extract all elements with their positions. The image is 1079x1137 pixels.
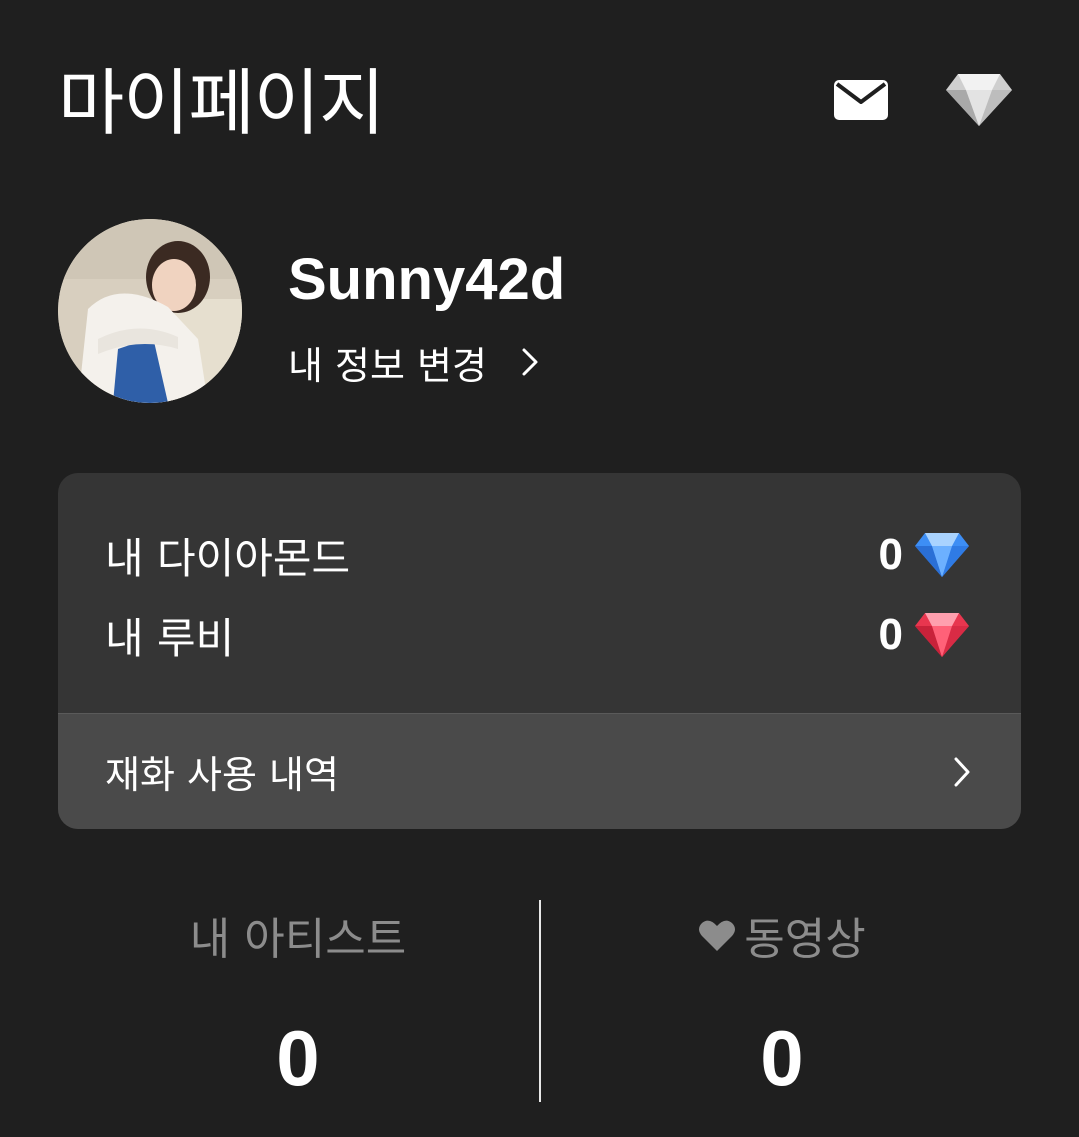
liked-videos-label-wrap: 동영상: [542, 900, 1022, 970]
currency-history-label: 재화 사용 내역: [105, 753, 339, 797]
diamond-icon[interactable]: [944, 72, 1014, 128]
my-artists-label: 내 아티스트: [189, 914, 407, 965]
page-title: 마이페이지: [58, 61, 385, 145]
blue-diamond-icon: [915, 533, 969, 577]
ruby-balance-row: 내 루비 0: [105, 605, 971, 665]
username: Sunny42d: [288, 247, 566, 312]
diamond-balance-row: 내 다이아몬드 0: [105, 525, 971, 585]
diamond-balance: 0: [879, 530, 971, 580]
chevron-right-icon: [954, 757, 970, 786]
ruby-balance: 0: [879, 610, 971, 660]
mail-icon[interactable]: [834, 80, 888, 120]
liked-videos-label: 동영상: [744, 914, 866, 965]
ruby-icon: [915, 613, 969, 657]
diamond-balance-value: 0: [878, 530, 903, 579]
heart-icon: [699, 920, 736, 951]
edit-profile-label: 내 정보 변경: [288, 343, 487, 388]
stats-divider: [539, 900, 541, 1102]
wallet-card: 내 다이아몬드 0 내 루비 0 재화 사용 내역: [58, 473, 1021, 829]
edit-profile-link[interactable]: 내 정보 변경: [288, 336, 539, 388]
diamond-balance-label: 내 다이아몬드: [105, 533, 351, 583]
liked-videos-count: 0: [760, 1014, 804, 1102]
avatar[interactable]: [58, 219, 242, 403]
chevron-right-icon: [522, 348, 538, 376]
currency-history-link[interactable]: 재화 사용 내역: [58, 713, 1021, 829]
my-artists-count: 0: [276, 1014, 320, 1102]
ruby-balance-value: 0: [878, 610, 903, 659]
liked-videos-stat[interactable]: 동영상 0: [542, 900, 1022, 1106]
my-artists-stat[interactable]: 내 아티스트 0: [58, 900, 538, 1106]
ruby-balance-label: 내 루비: [105, 613, 235, 663]
